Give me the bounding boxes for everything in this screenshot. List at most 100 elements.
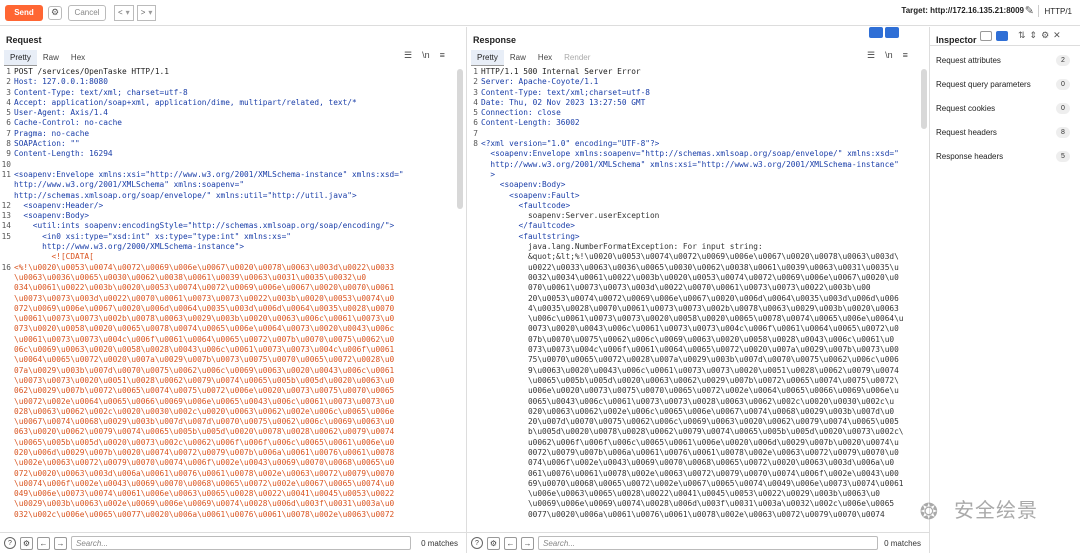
request-pane: Request Pretty Raw Hex ☰ \n ≡ 1 POST /ser… (0, 27, 467, 553)
sort-icon[interactable]: ⇅ (1018, 30, 1026, 41)
line-text: Date: Thu, 02 Nov 2023 13:27:50 GMT (481, 97, 646, 107)
line-number (467, 469, 481, 479)
request-menu-icon[interactable]: ≡ (440, 50, 445, 61)
request-actions-icon[interactable]: ☰ (404, 50, 412, 61)
inspector-row-request-attributes[interactable]: Request attributes 2 (936, 52, 1070, 68)
line-text: Content-Length: 36002 (481, 118, 580, 128)
request-tab-raw[interactable]: Raw (37, 50, 65, 66)
request-tab-hex[interactable]: Hex (65, 50, 91, 66)
line-number (0, 417, 14, 427)
inspector-row-request-cookies[interactable]: Request cookies 0 (936, 100, 1070, 116)
line-number (0, 489, 14, 499)
forward-button[interactable]: > ▾ (136, 4, 157, 21)
line-text: 69\u0070\u0068\u0065\u0072\u002e\u0067\u… (481, 478, 904, 488)
line-text: POST /services/OpenTaske HTTP/1.1 (14, 67, 169, 76)
settings-icon[interactable]: ⚙ (48, 5, 62, 20)
code-line: 061\u0076\u0061\u0078\u002e\u0063\u0072\… (467, 469, 919, 479)
line-text: \u0073\u0073\u003d\u0022\u0070\u0061\u00… (14, 293, 395, 303)
response-menu-icon[interactable]: ≡ (903, 50, 908, 61)
line-number (0, 407, 14, 417)
line-text: 074\u006f\u002e\u0043\u0069\u0070\u0068\… (481, 458, 895, 468)
search-settings-icon[interactable]: ⚙ (20, 536, 33, 550)
edit-target-icon[interactable]: ✎ (1025, 4, 1034, 17)
inspector-panel-icon[interactable] (996, 30, 1008, 41)
response-tab-pretty[interactable]: Pretty (471, 50, 504, 66)
code-line: 0065\u0043\u006c\u0061\u0073\u0073\u0028… (467, 397, 919, 407)
inspector-row-query-parameters[interactable]: Request query parameters 0 (936, 76, 1070, 92)
send-button[interactable]: Send (5, 4, 43, 21)
line-text: <soapenv:Fault> (481, 190, 580, 200)
code-line: 9 Content-Length: 16294 (0, 149, 455, 159)
watermark-text: 安全绘景 (954, 498, 1038, 522)
line-text: &quot;&lt;%!\u0020\u0053\u0074\u0072\u00… (481, 252, 899, 262)
prev-match-icon[interactable]: ← (37, 536, 50, 550)
line-number (467, 273, 481, 283)
line-number (467, 232, 481, 242)
inspector-row-count: 8 (1056, 126, 1070, 138)
code-line: 028\u0063\u0062\u002c\u0020\u0030\u002c\… (0, 407, 455, 417)
stacked-layout-icon[interactable] (885, 27, 899, 38)
response-tab-raw[interactable]: Raw (504, 50, 532, 66)
inspector-settings-icon[interactable]: ⚙ (1041, 30, 1049, 41)
next-match-icon[interactable]: → (521, 536, 534, 550)
line-text: 073\u0073\u004c\u006f\u0061\u0064\u0065\… (481, 345, 899, 355)
line-number (467, 427, 481, 437)
request-tab-pretty[interactable]: Pretty (4, 50, 37, 66)
next-match-icon[interactable]: → (54, 536, 67, 550)
code-line: \u0065\u005b\u005d\u0020\u0063\u0062\u00… (467, 376, 919, 386)
code-line: <soapenv:Body> (467, 180, 919, 190)
code-line: \u0073\u0073\u0020\u0051\u0028\u0062\u00… (0, 376, 455, 386)
forward-dropdown-icon[interactable]: ▾ (148, 8, 152, 17)
line-text: 032\u002c\u006e\u0065\u0077\u0020\u006a\… (14, 509, 395, 519)
response-scrollbar[interactable] (921, 69, 927, 129)
line-number: 6 (6, 118, 11, 128)
inspector-row-label: Response headers (936, 151, 1004, 161)
response-tab-hex[interactable]: Hex (532, 50, 558, 66)
code-line: 0072\u0079\u007b\u006a\u0061\u0076\u0061… (467, 448, 919, 458)
request-tabs: Pretty Raw Hex (0, 50, 91, 66)
code-line: 7 Pragma: no-cache (0, 129, 455, 139)
line-number (467, 510, 481, 520)
code-line: 0032\u0034\u0061\u0022\u003b\u0020\u0053… (467, 273, 919, 283)
line-text: <soapenv:Envelope xmlns:xsi="http://www.… (14, 169, 404, 179)
back-button[interactable]: < ▾ (114, 4, 134, 21)
split-layout-icon[interactable] (869, 27, 883, 38)
help-icon[interactable]: ? (471, 537, 483, 549)
prev-match-icon[interactable]: ← (504, 536, 517, 550)
cancel-button[interactable]: Cancel (68, 4, 106, 21)
response-tabs: Pretty Raw Hex Render (467, 50, 596, 66)
collapse-icon[interactable]: ⇕ (1030, 30, 1038, 41)
line-number (0, 180, 14, 190)
close-icon[interactable]: ✕ (1053, 30, 1061, 41)
line-number (0, 438, 14, 448)
line-number: 3 (6, 87, 11, 97)
response-tab-render[interactable]: Render (558, 50, 596, 66)
response-search-input[interactable]: Search... (538, 536, 878, 550)
response-title: Response (473, 35, 517, 45)
request-newline-icon[interactable]: \n (422, 50, 430, 61)
request-scrollbar[interactable] (457, 69, 463, 209)
code-line: b\u005d\u0020\u0078\u0028\u0062\u0079\u0… (467, 427, 919, 437)
search-settings-icon[interactable]: ⚙ (487, 536, 500, 550)
inspector-layout-icon[interactable] (980, 30, 992, 41)
request-editor[interactable]: 1 POST /services/OpenTaske HTTP/1.1 2 Host:… (0, 67, 455, 536)
request-title: Request (6, 35, 42, 45)
code-line: \u0073\u0073\u003d\u0022\u0070\u0061\u00… (0, 294, 455, 304)
request-search-input[interactable]: Search... (71, 536, 411, 550)
back-dropdown-icon[interactable]: ▾ (126, 8, 130, 17)
line-text: \u0063\u0036\u0065\u0030\u0062\u0038\u00… (14, 272, 367, 282)
inspector-row-request-headers[interactable]: Request headers 8 (936, 124, 1070, 140)
code-line: \u006e\u0063\u0065\u0028\u0022\u0041\u00… (467, 489, 919, 499)
response-newline-icon[interactable]: \n (885, 50, 893, 61)
code-line: 034\u0061\u0022\u003b\u0020\u0053\u0074\… (0, 283, 455, 293)
inspector-row-response-headers[interactable]: Response headers 5 (936, 148, 1070, 164)
top-toolbar: Send ⚙ Cancel < ▾ > ▾ Target: http://172.1… (0, 0, 1080, 26)
response-actions-icon[interactable]: ☰ (867, 50, 875, 61)
response-editor[interactable]: 1 HTTP/1.1 500 Internal Server Error 2 Serv… (467, 67, 919, 536)
http-version-selector[interactable]: HTTP/1 (1038, 5, 1072, 17)
code-line: 5 Connection: close (467, 108, 919, 118)
line-number (467, 304, 481, 314)
help-icon[interactable]: ? (4, 537, 16, 549)
line-number (0, 510, 14, 520)
line-text: http://www.w3.org/2001/XMLSchema" xmlns:… (481, 159, 899, 169)
